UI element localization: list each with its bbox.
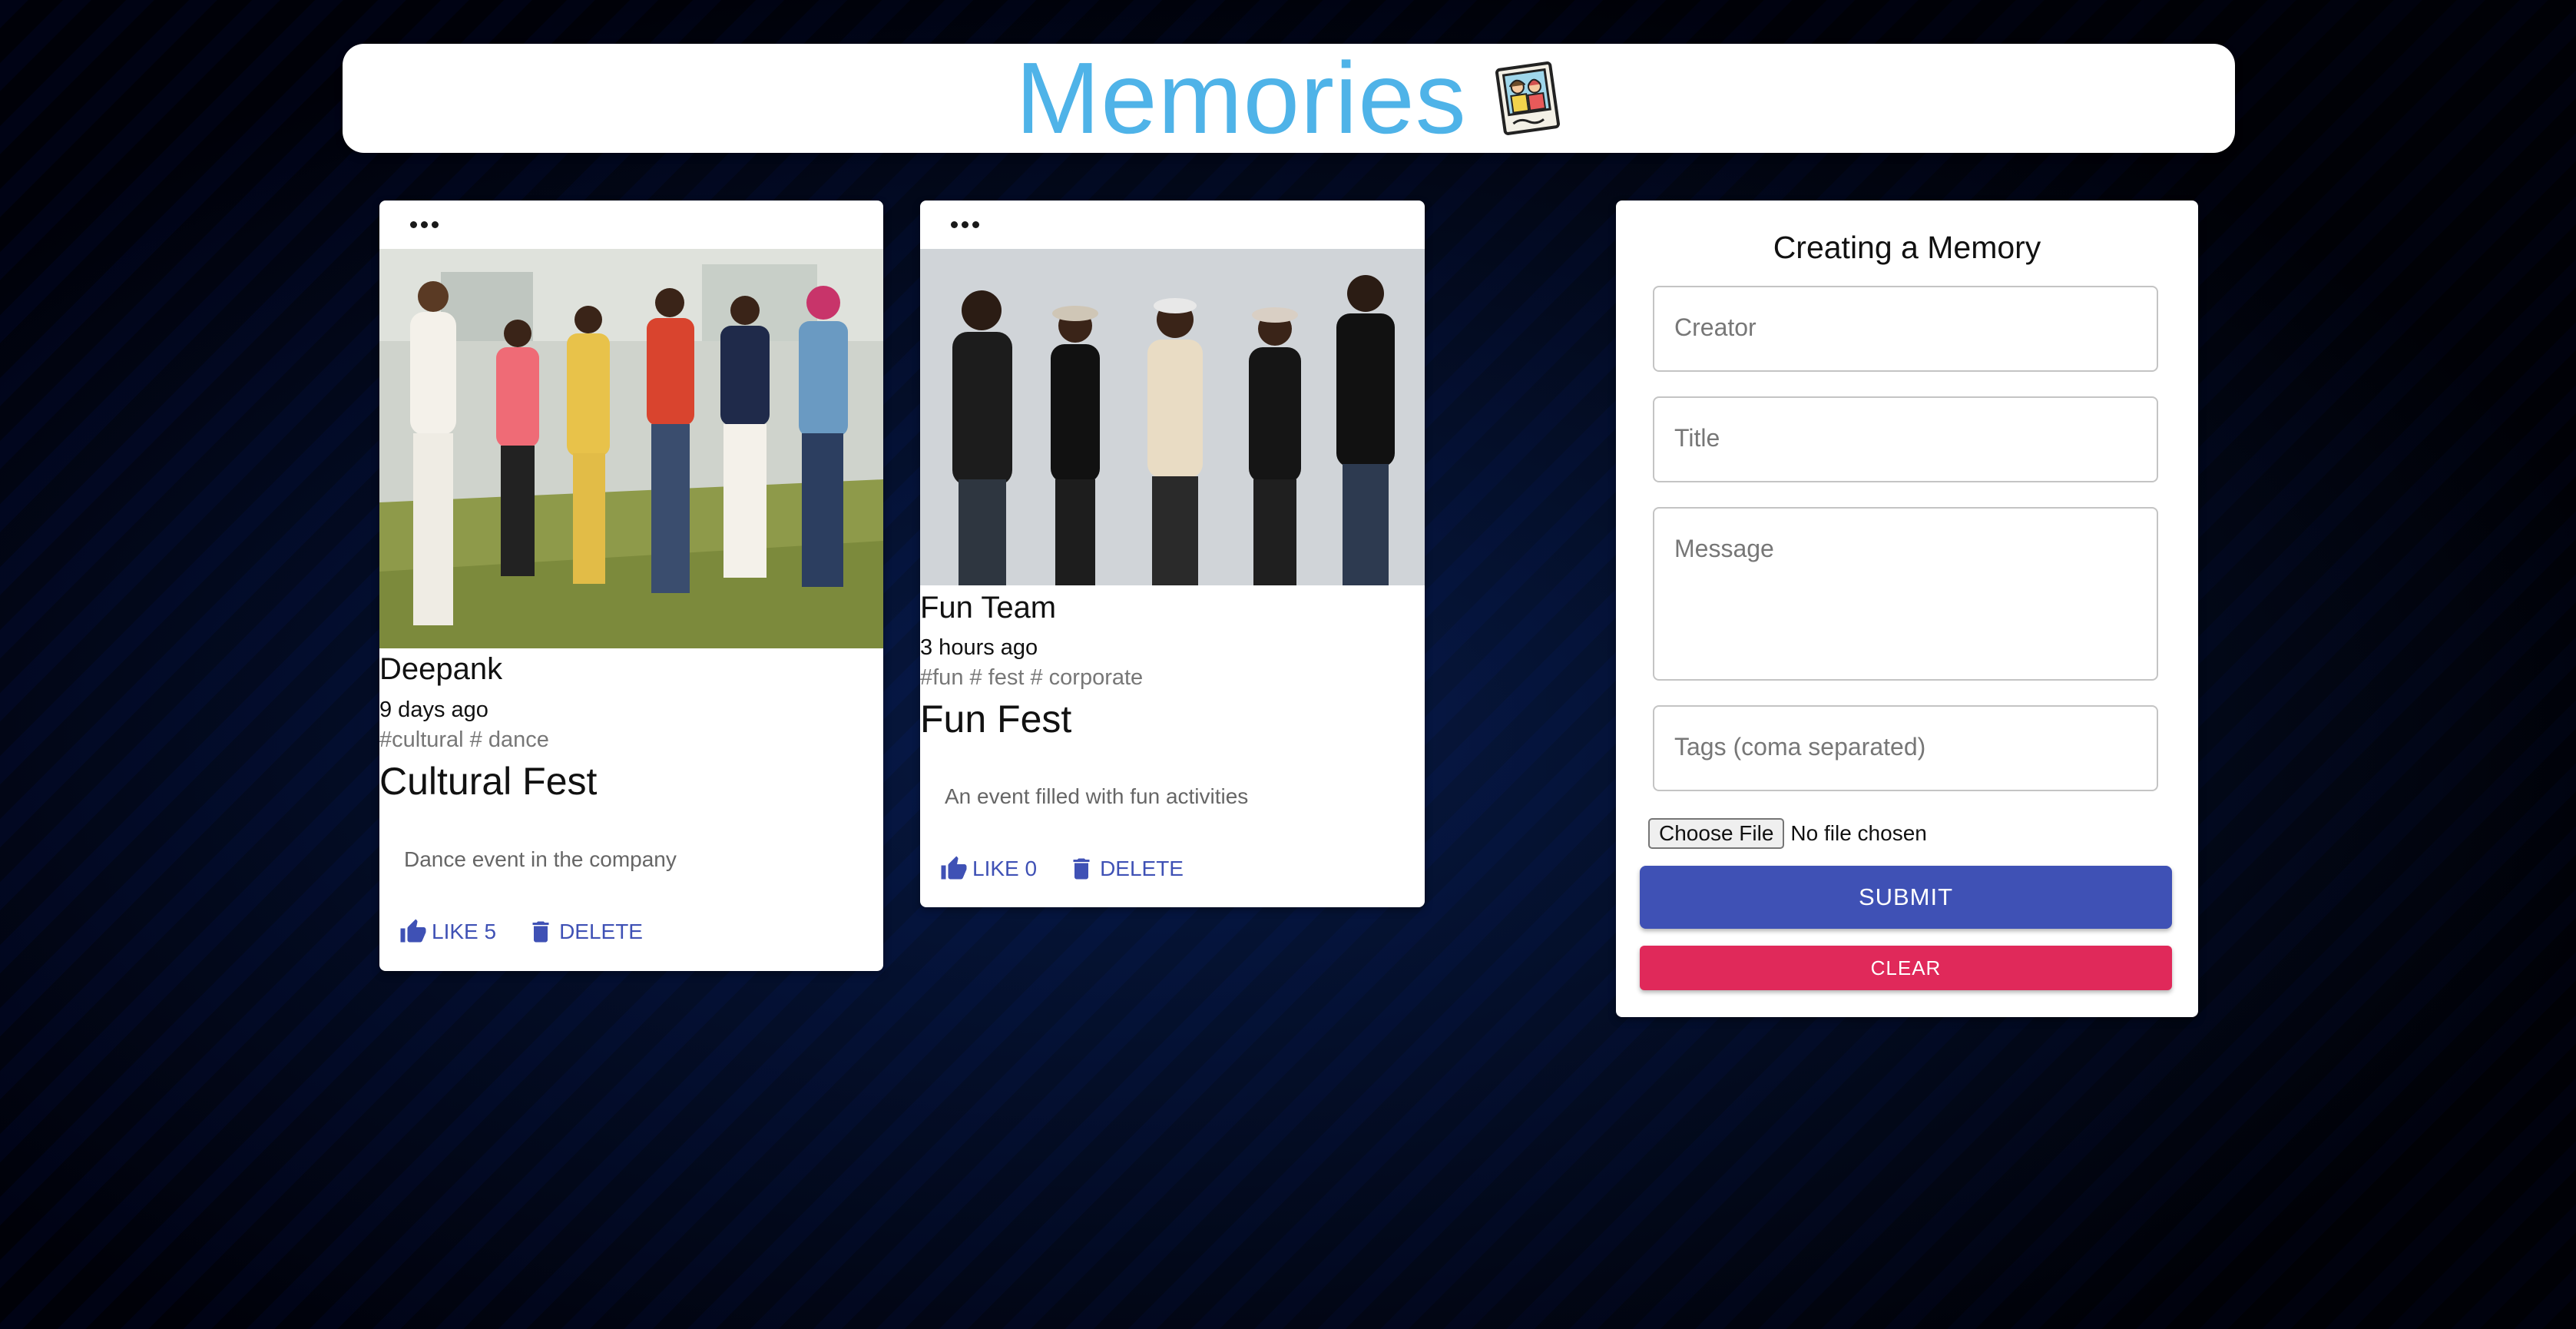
file-status: No file chosen [1790,821,1927,845]
title-input[interactable]: Title [1653,396,2158,482]
post-tags: #cultural # dance [379,727,549,752]
delete-label: DELETE [1100,857,1184,880]
like-button[interactable]: LIKE 0 [940,855,1037,883]
post-time: 3 hours ago [920,635,1038,660]
memories-photo-icon [1495,61,1560,135]
post-card: Fun Team 3 hours ago #fun # fest # corpo… [920,201,1425,907]
submit-button[interactable]: SUBMIT [1640,866,2172,929]
clear-button[interactable]: CLEAR [1640,946,2172,990]
post-actions: LIKE 0 DELETE [940,855,1184,883]
post-photo [379,249,883,648]
more-options-icon[interactable] [951,217,982,231]
post-title: Cultural Fest [379,760,598,803]
thumb-up-icon [400,919,426,943]
app-title: Memories [1015,41,1467,154]
post-actions: LIKE 5 DELETE [399,918,643,946]
post-tags: #fun # fest # corporate [920,665,1144,690]
delete-button[interactable]: DELETE [527,918,643,946]
app-bar: Memories [343,44,2235,153]
file-picker: Choose File No file chosen [1648,818,1927,849]
thumb-up-icon [941,856,967,880]
choose-file-button[interactable]: Choose File [1648,818,1785,849]
delete-button[interactable]: DELETE [1068,855,1184,883]
post-message: An event filled with fun activities [945,784,1249,808]
post-creator: Fun Team [920,591,1057,625]
post-message: Dance event in the company [404,847,677,871]
like-label: LIKE 5 [432,920,497,943]
like-label: LIKE 0 [972,857,1038,880]
message-input[interactable]: Message [1653,507,2158,681]
trash-icon [1073,858,1090,880]
trash-icon [532,921,549,943]
memory-form: Creating a Memory Creator Title Message … [1616,201,2198,1017]
post-card: Deepank 9 days ago #cultural # dance Cul… [379,201,883,971]
creator-input[interactable]: Creator [1653,286,2158,372]
more-options-icon[interactable] [410,217,441,231]
post-photo [920,249,1425,585]
post-title: Fun Fest [920,698,1072,741]
post-time: 9 days ago [379,698,488,722]
tags-input[interactable]: Tags (coma separated) [1653,705,2158,791]
like-button[interactable]: LIKE 5 [399,918,496,946]
post-creator: Deepank [379,652,503,686]
form-heading: Creating a Memory [1773,230,2041,265]
delete-label: DELETE [559,920,643,943]
